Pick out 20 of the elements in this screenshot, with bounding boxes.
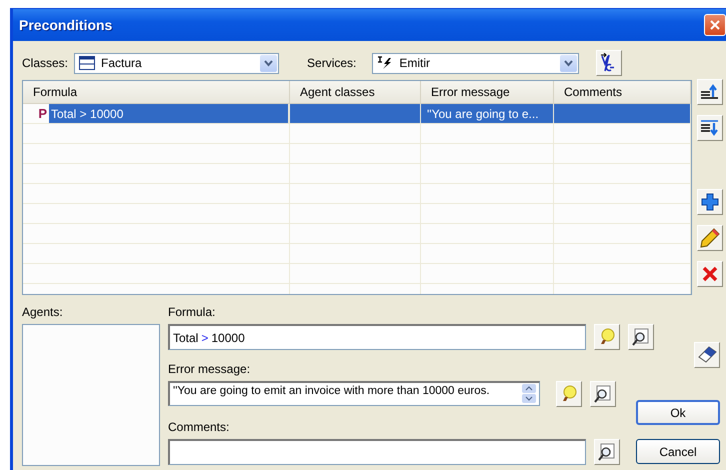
table-row[interactable]: P Total > 10000 ''You are going to e... <box>23 104 691 124</box>
window-title: Preconditions <box>19 17 112 33</box>
ok-button[interactable]: Ok <box>636 400 720 425</box>
services-label: Services: <box>307 56 356 70</box>
column-header[interactable]: Comments <box>554 81 691 103</box>
error-message-label: Error message: <box>168 362 252 376</box>
formula-label: Formula: <box>168 305 216 319</box>
column-header[interactable]: Formula <box>23 81 290 103</box>
error-message-field[interactable]: ''You are going to emit an invoice with more than 10000 euros. <box>168 381 540 406</box>
column-header[interactable]: Error message <box>421 81 554 103</box>
comments-label: Comments: <box>168 420 230 434</box>
agents-label: Agents: <box>22 305 64 319</box>
table-cell: Total > 10000 <box>49 104 289 123</box>
formula-field[interactable]: Total > 10000 <box>168 324 586 350</box>
services-dropdown[interactable]: Emitir <box>372 52 580 74</box>
table-cell: ''You are going to e... <box>421 104 554 123</box>
column-header[interactable]: Agent classes <box>290 81 421 103</box>
classes-dropdown[interactable]: Factura <box>74 52 280 74</box>
cancel-button[interactable]: Cancel <box>636 439 720 464</box>
classes-label: Classes: <box>22 56 68 70</box>
